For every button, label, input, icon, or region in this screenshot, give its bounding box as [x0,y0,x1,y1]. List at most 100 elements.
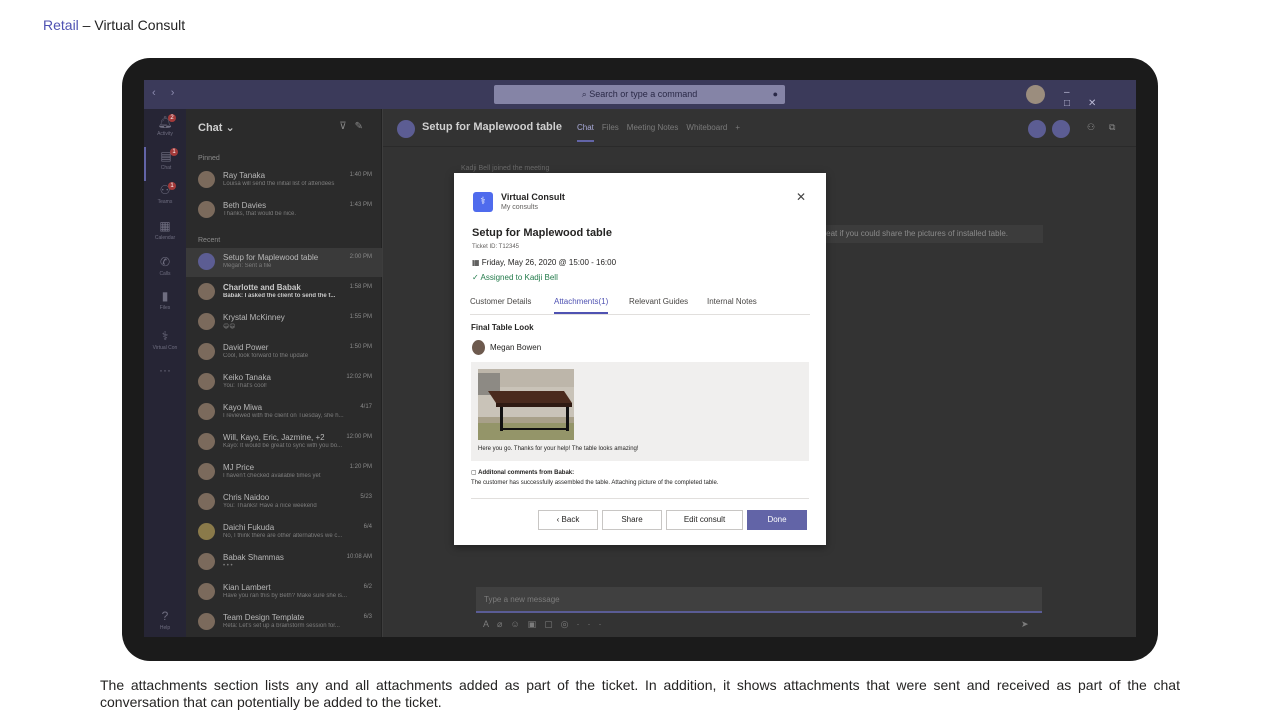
rail-item-teams[interactable]: ⚇ Teams 1 [144,181,186,215]
tab-customer-details[interactable]: Customer Details [470,297,531,306]
slide-title: Retail – Virtual Consult [43,17,185,33]
rail-item-activity[interactable]: 🔔︎ Activity 2 [144,113,186,147]
tab-relevant-guides[interactable]: Relevant Guides [629,297,688,306]
list-item[interactable]: Babak Shammas • • • 10:08 AM [186,548,382,577]
table-photo[interactable] [478,369,574,440]
list-item[interactable]: Chris Naidoo You: Thanks! Have a nice we… [186,488,382,517]
chat-time: 1:43 PM [349,202,372,208]
badge: 1 [170,148,178,156]
mic-icon[interactable]: ● [773,85,778,104]
file-icon: ▮ [161,289,169,303]
ticket-id: Ticket ID: T12345 [472,244,520,250]
attach-icon[interactable]: ⌀ [497,619,510,629]
list-item[interactable]: Team Design Template Reta: Let's set up … [186,608,382,637]
audio-call-button[interactable] [1052,120,1070,138]
send-icon[interactable]: ➤ [1021,619,1029,630]
list-item[interactable]: David Power Cool, look forward to the up… [186,338,382,367]
share-button[interactable]: Share [602,510,662,530]
compose-icon[interactable]: ✎ [355,121,371,132]
rail-item-help[interactable]: ? Help [144,607,186,637]
conversation-tabs: Chat Files Meeting Notes Whiteboard + [577,123,748,142]
chat-name: Keiko Tanaka [223,373,271,382]
rail-item-virtual-consult[interactable]: ⚕ Virtual Con [144,327,186,361]
rail-label: Help [159,625,171,631]
format-icon[interactable]: A [483,619,497,629]
chat-preview: • • • [223,563,233,569]
chat-name: Chris Naidoo [223,493,270,502]
tab-chat[interactable]: Chat [577,123,594,142]
close-icon[interactable]: ✕ [1088,98,1114,109]
app-subtitle: My consults [501,204,538,211]
chat-time: 10:08 AM [346,554,372,560]
slide-caption: The attachments section lists any and al… [100,677,1180,710]
chat-time: 4/17 [360,404,372,410]
chat-name: David Power [223,343,269,352]
rail-item-calendar[interactable]: ▦ Calendar [144,217,186,251]
chat-time: 12:02 PM [346,374,372,380]
minimize-icon[interactable]: – [1064,87,1088,98]
rail-label: Virtual Con [152,345,178,351]
list-item[interactable]: MJ Price I haven't checked available tim… [186,458,382,487]
sticker-icon[interactable]: ▢ [544,619,561,629]
participants-icon[interactable]: ⚇ [1087,122,1095,133]
list-item[interactable]: Ray Tanaka Louisa will send the initial … [186,166,382,195]
chevron-down-icon: ⌄ [225,122,235,134]
rail-item-chat[interactable]: ▤ Chat 1 [144,147,186,181]
tab-attachments[interactable]: Attachments(1) [554,297,609,314]
emoji-icon[interactable]: ☺ [510,619,527,629]
list-item[interactable]: Setup for Maplewood table Megan: Sent a … [186,248,382,277]
list-item[interactable]: Daichi Fukuda No, I think there are othe… [186,518,382,547]
list-item[interactable]: Krystal McKinney 😄😄 1:55 PM [186,308,382,337]
video-call-button[interactable] [1028,120,1046,138]
chat-time: 12:00 PM [346,434,372,440]
tab-internal-notes[interactable]: Internal Notes [707,297,757,306]
maximize-icon[interactable]: □ [1064,98,1088,109]
message-bubble: great if you could share the pictures of… [813,225,1043,243]
app-name: Virtual Consult [501,192,565,202]
list-item[interactable]: Keiko Tanaka You: That's cool! 12:02 PM [186,368,382,397]
tab-files[interactable]: Files [602,123,619,132]
chat-time: 6/3 [363,614,372,620]
slide-title-accent: Retail [43,17,79,33]
meet-icon[interactable]: ◎ [561,619,577,629]
done-button[interactable]: Done [747,510,807,530]
pinned-label: Pinned [198,155,220,162]
popout-icon[interactable]: ⧉ [1109,122,1115,133]
chat-name: Beth Davies [223,201,267,210]
more-icon[interactable]: ··· [577,619,610,629]
nav-arrows-icon[interactable]: ‹ › [152,87,180,99]
chat-name: Babak Shammas [223,553,284,562]
add-tab-icon[interactable]: + [735,123,740,132]
conversation-title: Setup for Maplewood table [422,121,562,133]
chat-header-label: Chat [198,122,223,134]
close-icon[interactable]: ✕ [796,190,806,204]
list-item[interactable]: Charlotte and Babak Babak: I asked the c… [186,278,382,307]
attachment-card[interactable]: Here you go. Thanks for your help! The t… [471,362,809,461]
rail-item-calls[interactable]: ✆ Calls [144,253,186,287]
search-input[interactable]: ⌕ Search or type a command ● [494,85,785,104]
virtual-consult-dialog: ⚕ Virtual Consult My consults ✕ Setup fo… [454,173,826,545]
virtual-consult-icon: ⚕ [161,329,169,343]
list-item[interactable]: Kayo Miwa I reviewed with the client on … [186,398,382,427]
back-button[interactable]: ‹ Back [538,510,598,530]
avatar[interactable] [1026,85,1045,104]
list-item[interactable]: Will, Kayo, Eric, Jazmine, +2 Kayo: It w… [186,428,382,457]
calendar-icon: ▦ [159,219,171,233]
composer-toolbar: A⌀☺▣▢◎··· [483,619,610,630]
tab-whiteboard[interactable]: Whiteboard [686,123,727,132]
edit-consult-button[interactable]: Edit consult [666,510,743,530]
chat-header[interactable]: Chat ⌄ [198,121,235,134]
filter-icon[interactable]: ⊽ [339,121,354,132]
rail-item-more[interactable]: ··· [144,361,186,395]
chat-preview: 😄😄 [223,324,236,330]
message-composer[interactable]: Type a new message [476,587,1042,613]
tab-meeting-notes[interactable]: Meeting Notes [627,123,679,132]
rail-item-files[interactable]: ▮ Files [144,287,186,321]
gif-icon[interactable]: ▣ [528,619,545,629]
avatar [198,403,215,420]
list-item[interactable]: Beth Davies Thanks, that would be nice. … [186,196,382,225]
list-item[interactable]: Kian Lambert Have you ran this by Beth? … [186,578,382,607]
chat-preview: Have you ran this by Beth? Make sure she… [223,593,348,599]
comments-text: The customer has successfully assembled … [471,480,719,486]
rail-label: Activity [157,131,173,137]
